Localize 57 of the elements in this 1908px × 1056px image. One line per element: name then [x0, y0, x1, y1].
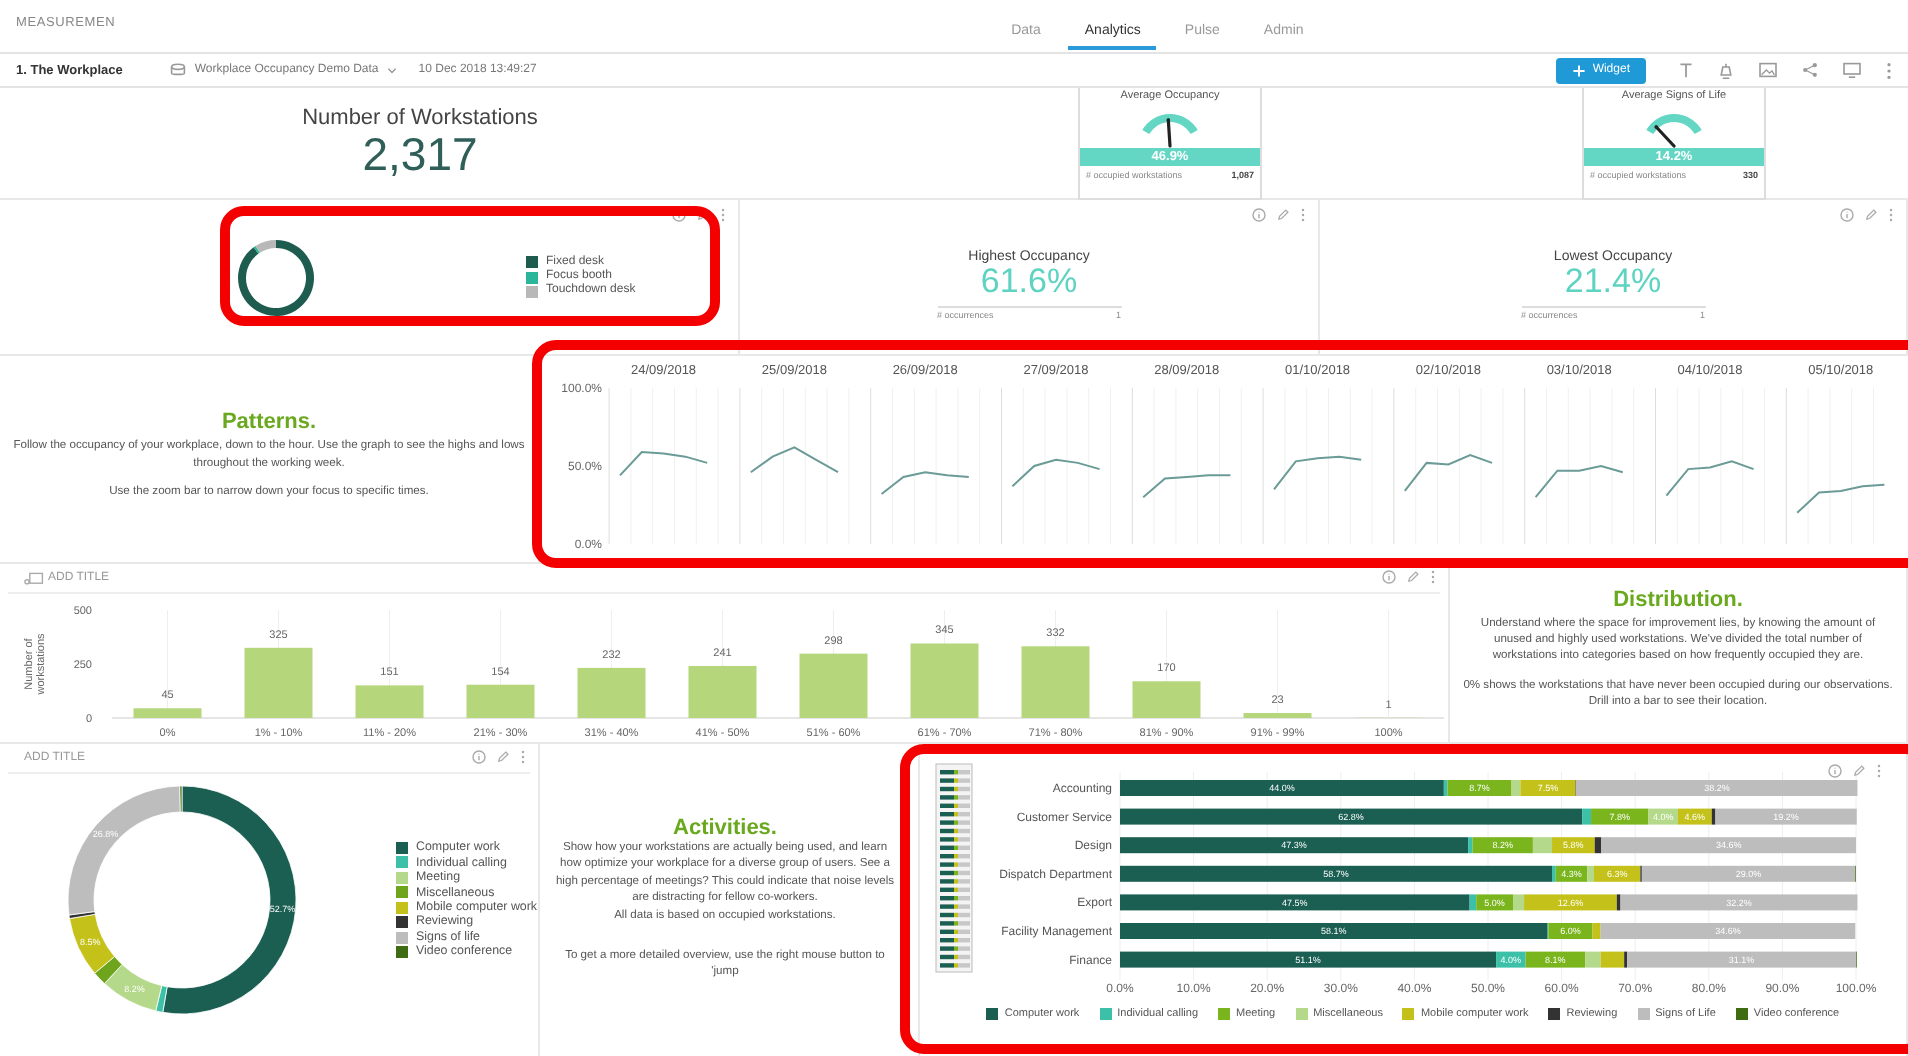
- database-icon: [170, 62, 187, 78]
- bar[interactable]: [910, 643, 979, 718]
- more-icon[interactable]: [1888, 208, 1894, 222]
- more-icon[interactable]: [520, 750, 526, 764]
- info-icon[interactable]: [1840, 208, 1854, 222]
- bar-segment[interactable]: [1616, 894, 1621, 911]
- image-icon[interactable]: [1758, 62, 1778, 78]
- section-heading: Distribution.: [1613, 587, 1743, 612]
- section-heading: Activities.: [673, 816, 777, 840]
- more-icon[interactable]: [720, 208, 726, 222]
- edit-icon[interactable]: [496, 750, 510, 764]
- chart-icon: [24, 571, 44, 585]
- bar[interactable]: [799, 653, 868, 718]
- edit-icon[interactable]: [1852, 764, 1866, 778]
- caret-icon: [386, 64, 399, 76]
- bar-segment[interactable]: [1711, 808, 1716, 825]
- bar[interactable]: [688, 665, 757, 718]
- bar[interactable]: [577, 667, 646, 718]
- donut-slice[interactable]: [155, 985, 168, 1013]
- bar-segment[interactable]: [1120, 894, 1470, 911]
- donut-drawing: [236, 237, 316, 317]
- more-icon[interactable]: [1886, 61, 1892, 79]
- info-icon[interactable]: [1382, 570, 1396, 584]
- bar-segment[interactable]: [1120, 865, 1553, 882]
- more-icon[interactable]: [1430, 570, 1436, 584]
- lamp-icon[interactable]: [1718, 61, 1734, 79]
- text-icon[interactable]: [1678, 62, 1694, 78]
- info-icon[interactable]: [472, 750, 486, 764]
- bar[interactable]: [466, 684, 535, 718]
- info-icon[interactable]: [1828, 764, 1842, 778]
- bar[interactable]: [1243, 713, 1312, 718]
- bar-segment[interactable]: [1120, 837, 1469, 854]
- more-icon[interactable]: [1876, 764, 1882, 778]
- bar[interactable]: [244, 647, 313, 718]
- bar[interactable]: [133, 708, 202, 718]
- navigator-drawing[interactable]: [935, 763, 973, 973]
- metric-value: 2,317: [362, 130, 478, 182]
- metric-value: 21.4%: [1564, 263, 1662, 301]
- bar[interactable]: [1021, 646, 1090, 718]
- bar-segment[interactable]: [1600, 951, 1625, 968]
- bar-segment[interactable]: [1594, 837, 1602, 854]
- donut-slice[interactable]: [162, 785, 297, 1015]
- bar[interactable]: [355, 685, 424, 718]
- edit-icon[interactable]: [1864, 208, 1878, 222]
- section-heading: Patterns.: [221, 410, 317, 435]
- edit-icon[interactable]: [1406, 570, 1420, 584]
- monitor-icon[interactable]: [1842, 62, 1862, 78]
- metric-value: 61.6%: [980, 263, 1078, 301]
- bar[interactable]: [1132, 681, 1201, 718]
- plus-icon: [1572, 63, 1587, 77]
- more-icon[interactable]: [1300, 208, 1306, 222]
- share-icon[interactable]: [1802, 62, 1818, 78]
- bar-segment[interactable]: [1120, 808, 1583, 825]
- info-icon[interactable]: [1252, 208, 1266, 222]
- bar-segment[interactable]: [1120, 951, 1497, 968]
- edit-icon[interactable]: [1276, 208, 1290, 222]
- metric-label: Number of Workstations: [302, 106, 538, 131]
